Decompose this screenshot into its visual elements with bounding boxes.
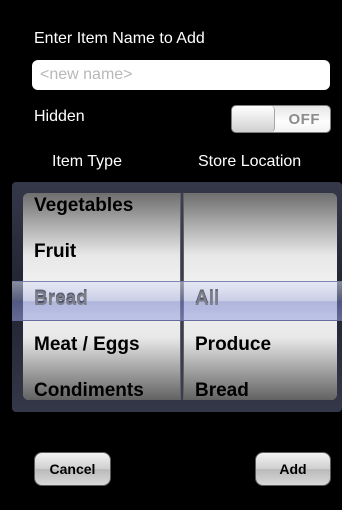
item-type-header: Item Type (52, 153, 122, 170)
toggle-knob[interactable] (232, 106, 275, 132)
picker-row[interactable]: Meat / Eggs (34, 334, 140, 356)
cancel-button[interactable]: Cancel (34, 452, 111, 486)
hidden-toggle[interactable]: OFF (231, 105, 331, 133)
item-type-wheel[interactable]: Vegetables Fruit Bread Meat / Eggs Condi… (23, 193, 180, 400)
picker-row[interactable]: Vegetables (34, 195, 133, 217)
picker-row[interactable]: Bread (34, 287, 88, 309)
item-picker[interactable]: Vegetables Fruit Bread Meat / Eggs Condi… (12, 182, 342, 412)
store-location-header: Store Location (198, 153, 302, 170)
picker-row[interactable]: All (195, 287, 219, 309)
hidden-label: Hidden (34, 108, 85, 125)
picker-row[interactable]: Bread (195, 380, 249, 400)
toggle-state-text: OFF (288, 111, 320, 128)
picker-row[interactable]: Fruit (34, 241, 76, 263)
name-label: Enter Item Name to Add (34, 30, 205, 47)
store-location-wheel[interactable]: All Produce Bread (184, 193, 337, 400)
picker-row[interactable]: Produce (195, 334, 271, 356)
item-name-input[interactable] (32, 60, 330, 90)
picker-row[interactable]: Condiments (34, 380, 144, 400)
add-button[interactable]: Add (255, 452, 331, 486)
